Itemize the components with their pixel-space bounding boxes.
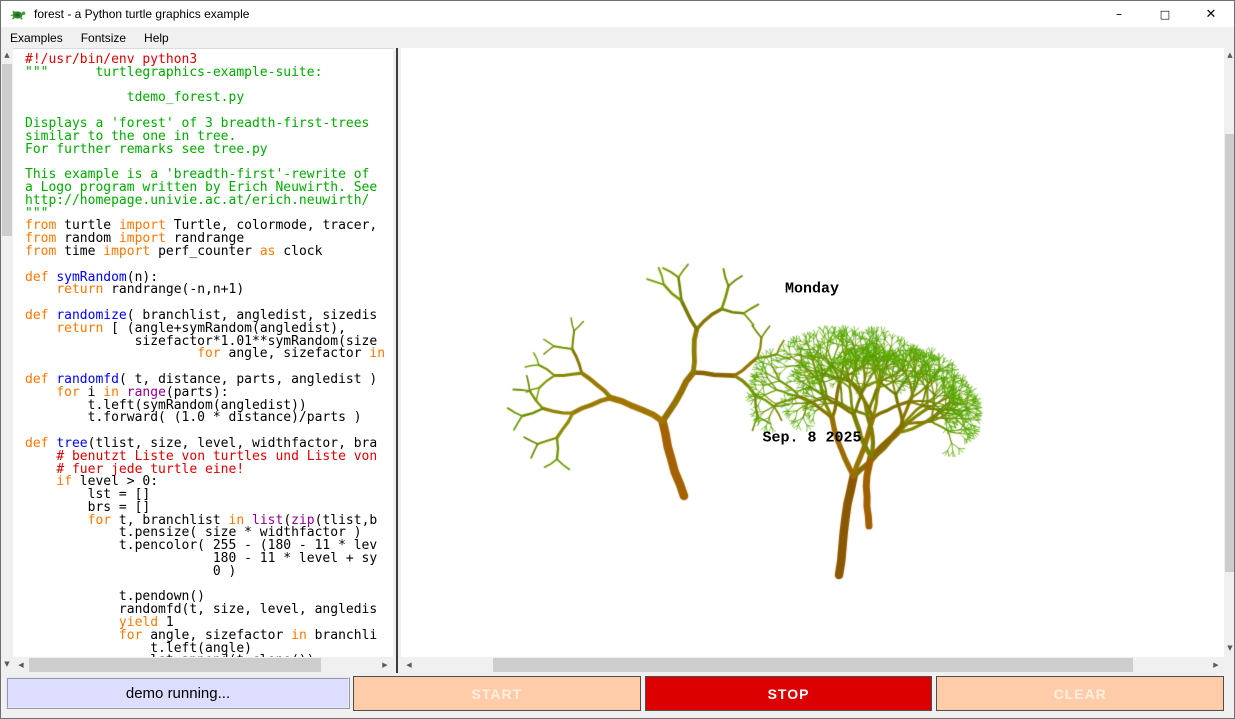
code-line: 0 ) bbox=[25, 566, 393, 579]
pane-sash[interactable] bbox=[393, 48, 401, 673]
status-bar: demo running... START STOP CLEAR bbox=[1, 673, 1234, 719]
code-line: tdemo_forest.py bbox=[25, 92, 393, 105]
scroll-down-icon[interactable]: ▼ bbox=[1, 660, 13, 668]
canvas-vertical-scrollbar[interactable]: ▲ ▼ bbox=[1224, 48, 1235, 657]
start-button[interactable]: START bbox=[353, 676, 641, 711]
canvas-hscroll-thumb[interactable] bbox=[493, 658, 1133, 672]
code-line: return randrange(-n,n+1) bbox=[25, 284, 393, 297]
code-line: For further remarks see tree.py bbox=[25, 144, 393, 157]
menu-examples[interactable]: Examples bbox=[1, 29, 72, 47]
canvas-text-weekday: Monday bbox=[785, 281, 839, 298]
title-bar: forest - a Python turtle graphics exampl… bbox=[1, 1, 1234, 27]
code-line: from time import perf_counter as clock bbox=[25, 246, 393, 259]
code-vscroll-thumb[interactable] bbox=[2, 64, 12, 236]
scroll-right-icon[interactable]: ▶ bbox=[379, 661, 391, 669]
status-label: demo running... bbox=[6, 677, 350, 709]
code-hscroll-thumb[interactable] bbox=[29, 658, 321, 672]
stop-button[interactable]: STOP bbox=[645, 676, 933, 711]
code-line: t.forward( (1.0 * distance)/parts ) bbox=[25, 412, 393, 425]
scroll-left-icon[interactable]: ◀ bbox=[403, 661, 415, 669]
canvas-horizontal-scrollbar[interactable]: ◀ ▶ bbox=[401, 657, 1224, 673]
scroll-right-icon[interactable]: ▶ bbox=[1210, 661, 1222, 669]
clear-button[interactable]: CLEAR bbox=[936, 676, 1224, 711]
menu-bar: Examples Fontsize Help bbox=[1, 27, 1234, 48]
code-panel: #!/usr/bin/env python3""" turtlegraphics… bbox=[13, 48, 393, 657]
close-button[interactable]: ✕ bbox=[1188, 1, 1234, 27]
turtle-canvas bbox=[401, 48, 1224, 657]
canvas-vscroll-thumb[interactable] bbox=[1225, 134, 1235, 572]
code-vertical-scrollbar[interactable]: ▲ ▼ bbox=[1, 48, 13, 673]
code-line: for angle, sizefactor in bbox=[25, 348, 393, 361]
minimize-button[interactable]: – bbox=[1096, 1, 1142, 27]
canvas-text-date: Sep. 8 2025 bbox=[762, 430, 861, 447]
code-line: http://homepage.univie.ac.at/erich.neuwi… bbox=[25, 195, 393, 208]
graphics-frame: Monday Sep. 8 2025 bbox=[401, 48, 1224, 657]
turtle-icon bbox=[10, 7, 27, 22]
button-row: START STOP CLEAR bbox=[353, 676, 1224, 711]
scroll-up-icon[interactable]: ▲ bbox=[1, 51, 13, 59]
code-horizontal-scrollbar[interactable]: ◀ ▶ bbox=[13, 657, 393, 673]
maximize-button[interactable]: □ bbox=[1142, 1, 1188, 27]
window-title: forest - a Python turtle graphics exampl… bbox=[34, 7, 249, 21]
scroll-left-icon[interactable]: ◀ bbox=[15, 661, 27, 669]
scroll-down-icon[interactable]: ▼ bbox=[1224, 644, 1235, 652]
sash-bar bbox=[396, 48, 398, 673]
window-controls: – □ ✕ bbox=[1096, 1, 1234, 27]
app-window: forest - a Python turtle graphics exampl… bbox=[0, 0, 1235, 719]
menu-help[interactable]: Help bbox=[135, 29, 178, 47]
code-text-widget[interactable]: #!/usr/bin/env python3""" turtlegraphics… bbox=[13, 49, 393, 657]
menu-fontsize[interactable]: Fontsize bbox=[72, 29, 135, 47]
code-line: """ turtlegraphics-example-suite: bbox=[25, 67, 393, 80]
scroll-up-icon[interactable]: ▲ bbox=[1224, 51, 1235, 59]
